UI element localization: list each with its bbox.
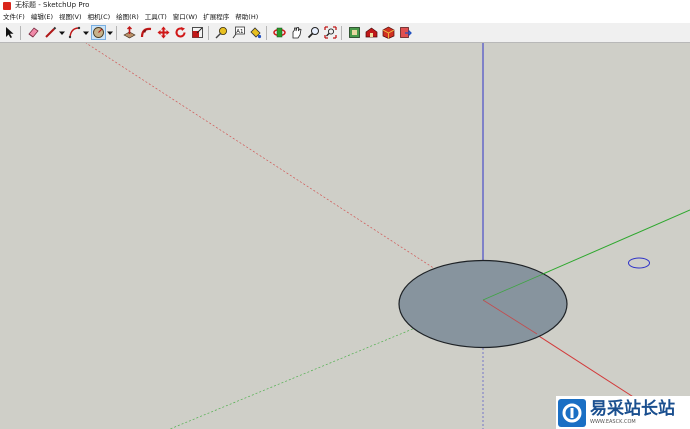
circle-face[interactable] bbox=[398, 259, 568, 349]
menu-extensions[interactable]: 扩展程序 bbox=[203, 11, 229, 23]
eraser-icon bbox=[28, 27, 39, 38]
main-toolbar: A1 bbox=[0, 23, 690, 43]
warehouse-icon bbox=[365, 27, 378, 38]
sketchup-app-icon bbox=[3, 1, 11, 10]
toolbar-separator bbox=[266, 25, 267, 40]
zoom-tool-button[interactable] bbox=[306, 25, 321, 40]
circle-shape-icon bbox=[93, 27, 104, 38]
line-tool-dropdown[interactable] bbox=[58, 25, 65, 40]
dropdown-arrow-icon bbox=[82, 31, 89, 35]
svg-text:A1: A1 bbox=[236, 29, 243, 35]
arc-tool-dropdown[interactable] bbox=[82, 25, 89, 40]
watermark-text: 易采站长站 WWW.EASCK.COM bbox=[590, 398, 675, 426]
extension-warehouse-icon bbox=[382, 26, 395, 39]
drawing-viewport[interactable] bbox=[0, 43, 690, 429]
zoom-extents-tool-button[interactable] bbox=[323, 25, 338, 40]
menu-window[interactable]: 窗口(W) bbox=[173, 11, 198, 23]
menu-view[interactable]: 视图(V) bbox=[59, 11, 82, 23]
toolbar-separator bbox=[341, 25, 342, 40]
menu-camera[interactable]: 相机(C) bbox=[88, 11, 111, 23]
magnifier-icon bbox=[307, 27, 319, 39]
move-tool-button[interactable] bbox=[156, 25, 171, 40]
scale-tool-button[interactable] bbox=[190, 25, 205, 40]
cursor-arrow-icon bbox=[6, 27, 14, 38]
pan-tool-button[interactable] bbox=[289, 25, 304, 40]
text-tool-button[interactable]: A1 bbox=[231, 25, 246, 40]
components-icon bbox=[349, 27, 360, 38]
send-to-layout-button[interactable] bbox=[398, 25, 413, 40]
tape-measure-tool-button[interactable] bbox=[214, 25, 229, 40]
tape-measure-icon bbox=[215, 27, 227, 39]
follow-me-icon bbox=[140, 27, 152, 38]
watermark-url: WWW.EASCK.COM bbox=[590, 418, 636, 425]
arc-icon bbox=[68, 26, 81, 39]
shape-tool-dropdown[interactable] bbox=[106, 25, 113, 40]
follow-me-tool-button[interactable] bbox=[139, 25, 154, 40]
dropdown-arrow-icon bbox=[106, 31, 113, 35]
red-axis-dashed bbox=[85, 43, 484, 301]
select-tool-button[interactable] bbox=[2, 25, 17, 40]
circle-tool-cursor bbox=[628, 257, 650, 269]
menu-edit[interactable]: 编辑(E) bbox=[31, 11, 53, 23]
orbit-icon bbox=[273, 27, 286, 38]
title-bar: 无标题 - SketchUp Pro bbox=[0, 0, 690, 11]
text-label-icon: A1 bbox=[232, 26, 245, 39]
pan-hand-icon bbox=[292, 27, 302, 39]
line-tool-button[interactable] bbox=[43, 25, 58, 40]
menu-draw[interactable]: 绘图(R) bbox=[116, 11, 139, 23]
menu-bar: 文件(F) 编辑(E) 视图(V) 相机(C) 绘图(R) 工具(T) 窗口(W… bbox=[0, 11, 690, 23]
watermark-logo-icon bbox=[558, 398, 586, 427]
toolbar-separator bbox=[208, 25, 209, 40]
menu-file[interactable]: 文件(F) bbox=[3, 11, 25, 23]
push-pull-tool-button[interactable] bbox=[122, 25, 137, 40]
zoom-extents-icon bbox=[324, 26, 337, 39]
push-pull-icon bbox=[123, 26, 136, 39]
eraser-tool-button[interactable] bbox=[26, 25, 41, 40]
watermark-name: 易采站长站 bbox=[590, 398, 675, 419]
3d-warehouse-button[interactable] bbox=[364, 25, 379, 40]
send-to-layout-icon bbox=[400, 27, 412, 38]
site-watermark: 易采站长站 WWW.EASCK.COM bbox=[556, 396, 690, 429]
paint-bucket-icon bbox=[250, 27, 262, 39]
menu-help[interactable]: 帮助(H) bbox=[235, 11, 258, 23]
model-scene[interactable] bbox=[0, 43, 690, 429]
rotate-tool-button[interactable] bbox=[173, 25, 188, 40]
rotate-icon bbox=[175, 27, 186, 38]
toolbar-separator bbox=[116, 25, 117, 40]
toolbar-separator bbox=[20, 25, 21, 40]
extension-warehouse-button[interactable] bbox=[381, 25, 396, 40]
window-title: 无标题 - SketchUp Pro bbox=[15, 1, 90, 9]
arc-tool-button[interactable] bbox=[67, 25, 82, 40]
pencil-icon bbox=[45, 26, 57, 38]
shape-tool-button[interactable] bbox=[91, 25, 106, 40]
menu-tools[interactable]: 工具(T) bbox=[145, 11, 167, 23]
dropdown-arrow-icon bbox=[58, 31, 65, 35]
move-arrows-icon bbox=[157, 26, 170, 39]
components-button[interactable] bbox=[347, 25, 362, 40]
scale-icon bbox=[192, 27, 203, 38]
orbit-tool-button[interactable] bbox=[272, 25, 287, 40]
paint-bucket-tool-button[interactable] bbox=[248, 25, 263, 40]
